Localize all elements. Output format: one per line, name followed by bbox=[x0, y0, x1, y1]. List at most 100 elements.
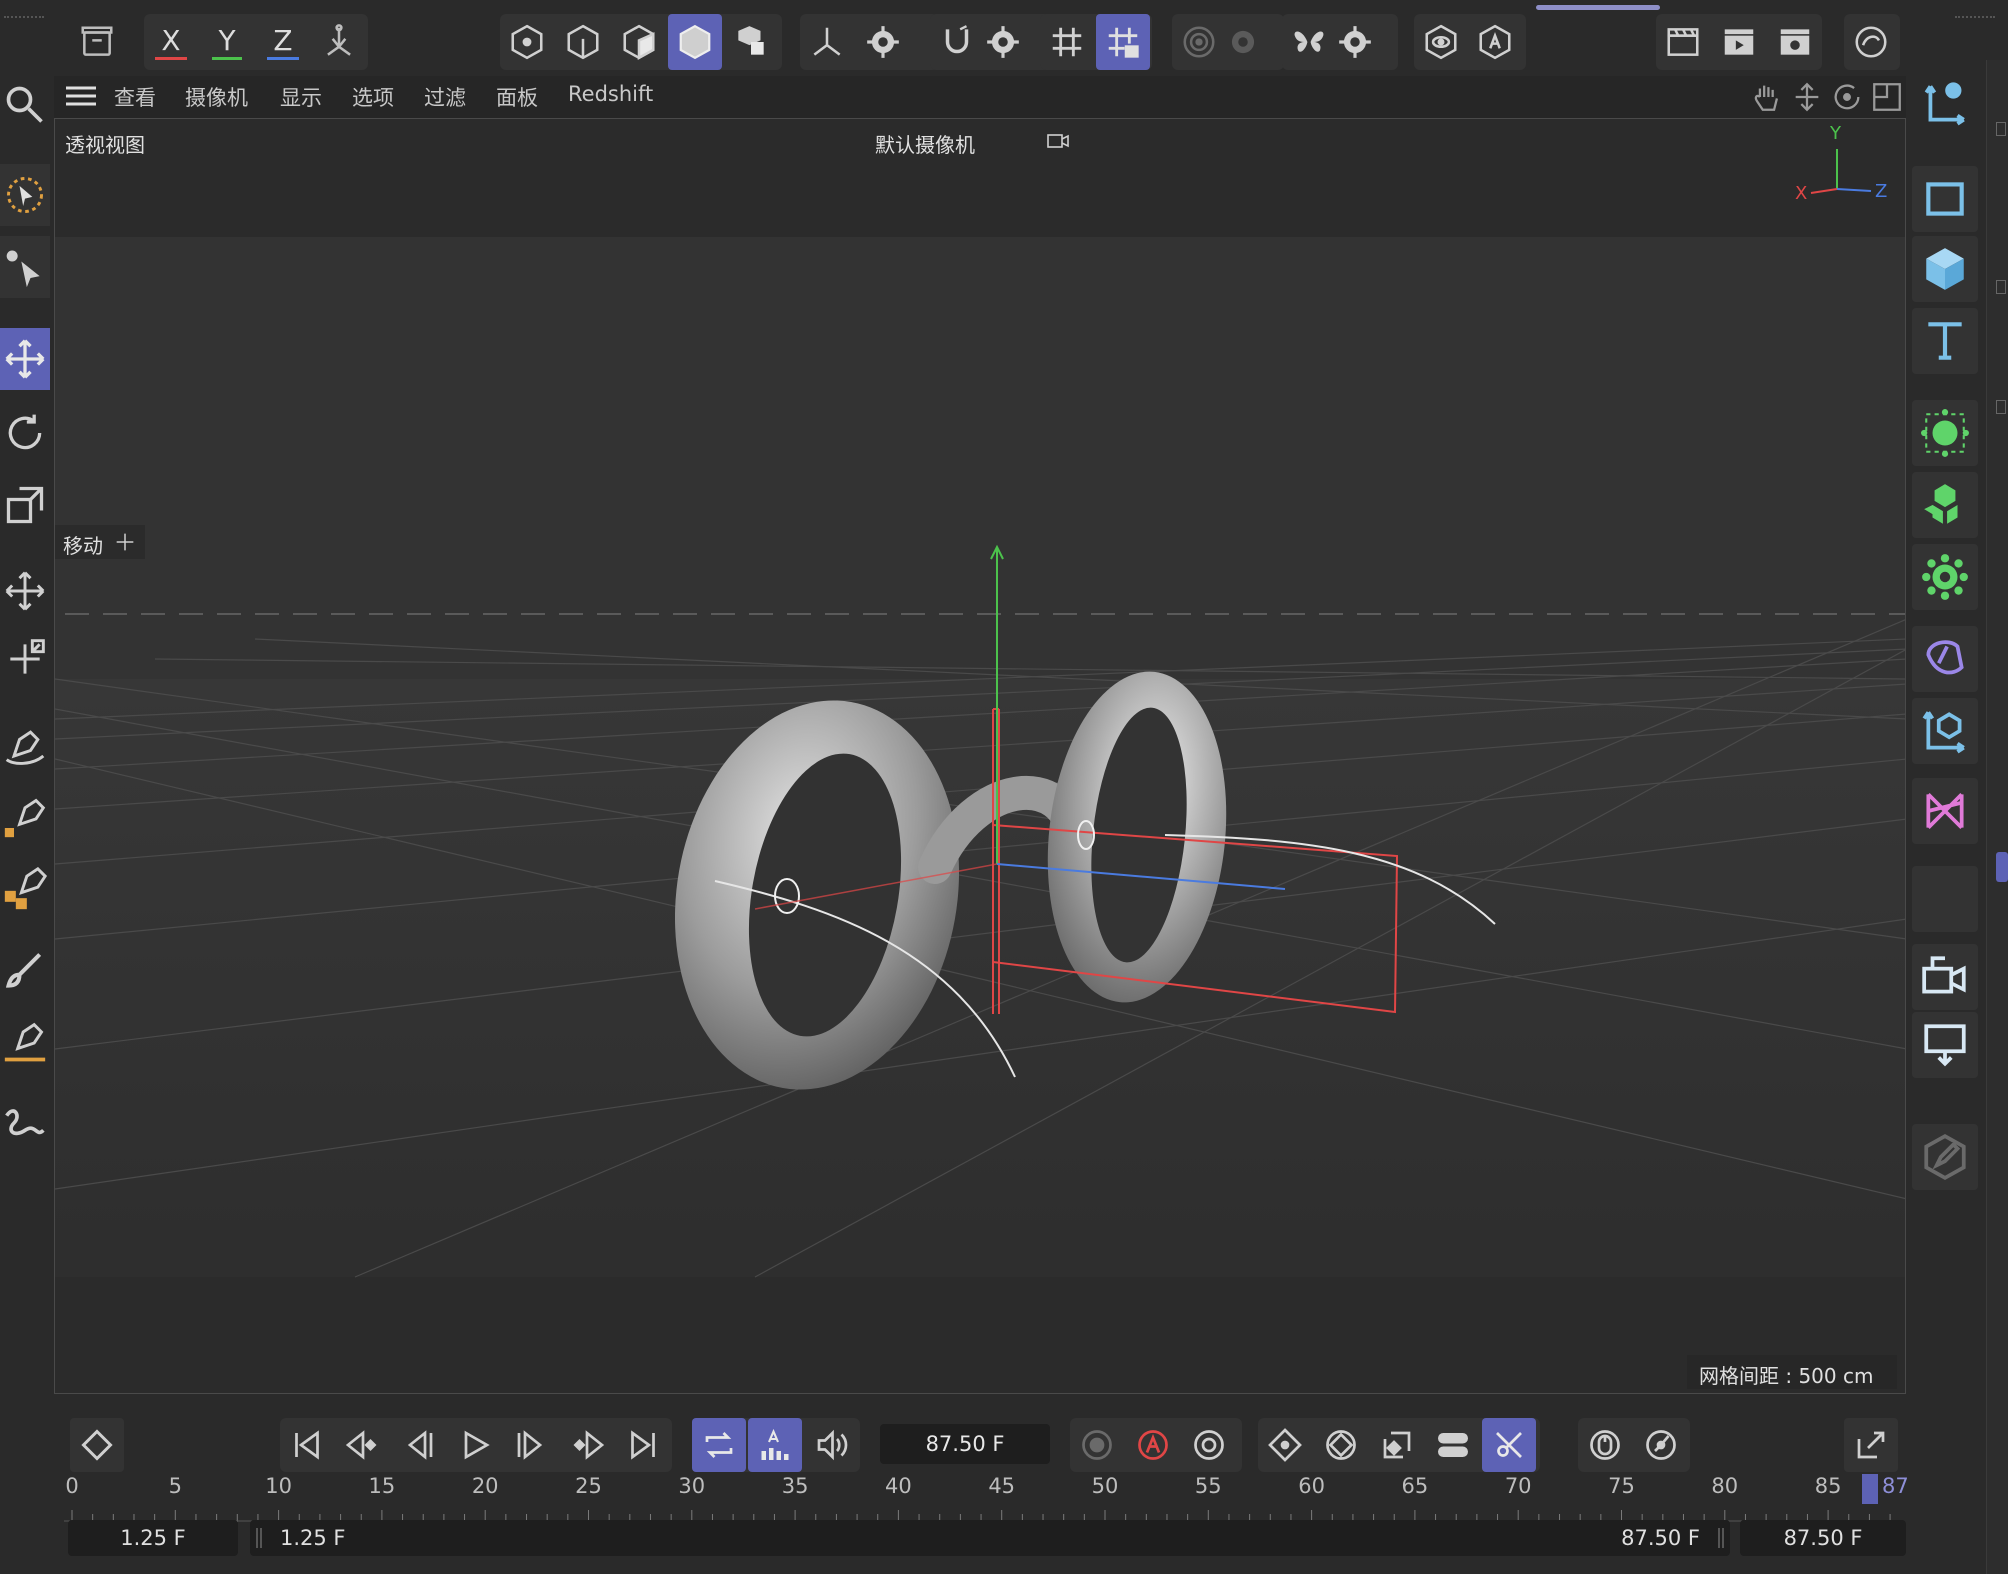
viewport-menu-button[interactable] bbox=[66, 84, 96, 108]
range-start-field[interactable]: 1.25 F bbox=[68, 1520, 238, 1556]
render-picture-viewer-button[interactable] bbox=[1712, 14, 1766, 70]
ruler-label: 80 bbox=[1711, 1474, 1739, 1498]
auto-solo-button[interactable] bbox=[1468, 14, 1522, 70]
spline-smooth-button[interactable] bbox=[0, 858, 50, 920]
key-position-button[interactable] bbox=[1258, 1418, 1312, 1472]
interactive-mode-button[interactable] bbox=[1578, 1418, 1632, 1472]
environment-button[interactable] bbox=[1912, 866, 1978, 932]
placement-tool-button[interactable] bbox=[0, 628, 50, 690]
ruler-label: 50 bbox=[1091, 1474, 1119, 1498]
key-pla-button[interactable] bbox=[1482, 1418, 1536, 1472]
motion-mode-button[interactable] bbox=[1634, 1418, 1688, 1472]
move-tool-button[interactable] bbox=[0, 328, 50, 390]
next-frame-button[interactable] bbox=[504, 1418, 558, 1472]
keyframe-button[interactable] bbox=[70, 1418, 124, 1472]
points-mode-button[interactable] bbox=[500, 14, 554, 70]
menu-display[interactable]: 显示 bbox=[280, 82, 322, 112]
axis-mode-button[interactable] bbox=[800, 14, 854, 70]
effector-button[interactable] bbox=[1912, 544, 1978, 610]
lock-x-axis-button[interactable]: X bbox=[144, 14, 198, 70]
menu-redshift[interactable]: Redshift bbox=[568, 82, 653, 106]
prev-key-button[interactable] bbox=[336, 1418, 390, 1472]
grid-lock-button[interactable] bbox=[1096, 14, 1150, 70]
viewport[interactable]: 透视视图 默认摄像机 Y Z X 移动 网格间距 : 500 cm bbox=[54, 118, 1906, 1394]
sculpt-button[interactable] bbox=[0, 1092, 50, 1154]
key-settings-button[interactable] bbox=[1182, 1418, 1236, 1472]
camera-button[interactable] bbox=[1912, 944, 1978, 1010]
grid-button[interactable] bbox=[1040, 14, 1094, 70]
field-button[interactable] bbox=[1912, 698, 1978, 764]
expand-timeline-button[interactable] bbox=[1844, 1418, 1898, 1472]
play-button[interactable] bbox=[448, 1418, 502, 1472]
search-button[interactable] bbox=[0, 74, 50, 136]
coordinate-object-button[interactable] bbox=[1912, 70, 1978, 136]
object-manager-button[interactable] bbox=[70, 14, 124, 70]
edit-button[interactable] bbox=[1912, 1124, 1978, 1190]
orbit-view-button[interactable] bbox=[1830, 80, 1864, 114]
polygons-mode-button[interactable] bbox=[612, 14, 666, 70]
goto-end-button[interactable] bbox=[616, 1418, 670, 1472]
live-selection-button[interactable] bbox=[0, 164, 50, 226]
menu-camera[interactable]: 摄像机 bbox=[185, 82, 248, 112]
render-target-settings-button[interactable] bbox=[1216, 14, 1270, 70]
pan-view-button[interactable] bbox=[1750, 80, 1784, 114]
record-button[interactable] bbox=[1070, 1418, 1124, 1472]
mograph-button[interactable] bbox=[1912, 778, 1978, 844]
coordinate-system-button[interactable] bbox=[312, 14, 366, 70]
preview-range-slider[interactable]: 1.25 F 87.50 F bbox=[250, 1520, 1730, 1556]
scene-canvas bbox=[55, 237, 1905, 1278]
scale-tool-button[interactable] bbox=[0, 474, 50, 536]
menu-panel[interactable]: 面板 bbox=[496, 82, 538, 112]
menu-view[interactable]: 查看 bbox=[114, 82, 156, 112]
deformer-button[interactable] bbox=[1912, 626, 1978, 692]
render-view-button[interactable] bbox=[1656, 14, 1710, 70]
key-param-button[interactable] bbox=[1426, 1418, 1480, 1472]
range-handle-right[interactable] bbox=[1718, 1528, 1724, 1548]
viewport-solo-button[interactable] bbox=[1414, 14, 1468, 70]
redshift-render-button[interactable] bbox=[1844, 14, 1898, 70]
spline-rectangle-button[interactable] bbox=[1912, 166, 1978, 232]
camera-selector[interactable]: 默认摄像机 bbox=[875, 125, 1075, 157]
text-button[interactable] bbox=[1912, 308, 1978, 374]
autokey-button[interactable] bbox=[1126, 1418, 1180, 1472]
spline-pen-button[interactable] bbox=[0, 714, 50, 776]
axis-settings-button[interactable] bbox=[856, 14, 910, 70]
current-frame-field[interactable]: 87.50 F bbox=[880, 1424, 1050, 1464]
playhead[interactable] bbox=[1862, 1474, 1878, 1504]
menu-options[interactable]: 选项 bbox=[352, 82, 394, 112]
active-tool-label: 移动 bbox=[63, 534, 103, 558]
sound-button[interactable] bbox=[804, 1418, 858, 1472]
next-key-button[interactable] bbox=[560, 1418, 614, 1472]
lock-z-axis-button[interactable]: Z bbox=[256, 14, 310, 70]
prev-frame-button[interactable] bbox=[392, 1418, 446, 1472]
view-name-tab[interactable]: 透视视图 bbox=[55, 125, 195, 157]
key-rotation-button[interactable] bbox=[1314, 1418, 1368, 1472]
rotate-tool-button[interactable] bbox=[0, 402, 50, 464]
menu-filter[interactable]: 过滤 bbox=[424, 82, 466, 112]
auto-key-mode-button[interactable] bbox=[748, 1418, 802, 1472]
lock-y-axis-button[interactable]: Y bbox=[200, 14, 254, 70]
render-settings-button[interactable] bbox=[1768, 14, 1822, 70]
brush-tool-button[interactable] bbox=[0, 940, 50, 1002]
transform-tool-button[interactable] bbox=[0, 560, 50, 622]
edges-mode-button[interactable] bbox=[556, 14, 610, 70]
snap-settings-button[interactable] bbox=[976, 14, 1030, 70]
dolly-view-button[interactable] bbox=[1790, 80, 1824, 114]
range-handle-left[interactable] bbox=[256, 1528, 262, 1548]
range-end-field[interactable]: 87.50 F bbox=[1740, 1520, 1906, 1556]
fracture-button[interactable] bbox=[1912, 472, 1978, 538]
uv-mode-button[interactable] bbox=[724, 14, 778, 70]
symmetry-settings-button[interactable] bbox=[1328, 14, 1382, 70]
cube-button[interactable] bbox=[1912, 236, 1978, 302]
spline-sketch-button[interactable] bbox=[0, 786, 50, 848]
toggle-layout-button[interactable] bbox=[1870, 80, 1904, 114]
loop-button[interactable] bbox=[692, 1418, 746, 1472]
model-mode-button[interactable] bbox=[668, 14, 722, 70]
pen-line-button[interactable] bbox=[0, 1012, 50, 1074]
goto-start-button[interactable] bbox=[280, 1418, 334, 1472]
light-button[interactable] bbox=[1912, 1012, 1978, 1078]
ruler-label: 30 bbox=[678, 1474, 706, 1498]
select-tool-button[interactable] bbox=[0, 236, 50, 298]
key-scale-button[interactable] bbox=[1370, 1418, 1424, 1472]
cloner-button[interactable] bbox=[1912, 400, 1978, 466]
